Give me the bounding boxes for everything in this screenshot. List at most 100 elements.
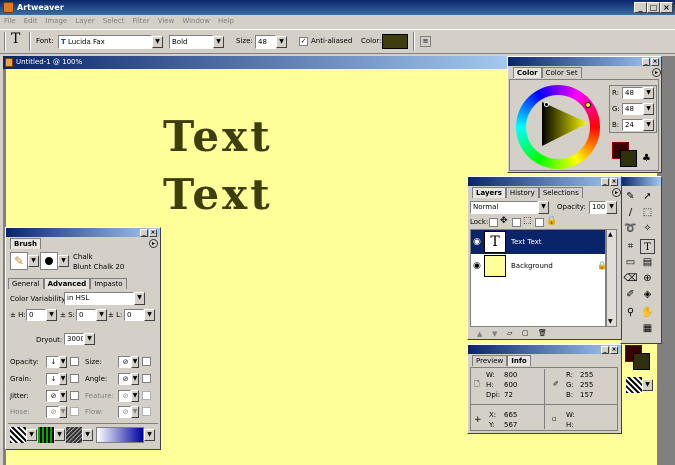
- opacity-input[interactable]: 100: [589, 201, 606, 214]
- feature-expression-dropdown[interactable]: ▼: [131, 390, 139, 402]
- h-dropdown[interactable]: ▼: [46, 309, 57, 321]
- info-panel-minimize[interactable]: _: [601, 346, 609, 354]
- g-dropdown[interactable]: ▼: [643, 103, 654, 115]
- h-input[interactable]: 0: [26, 309, 46, 321]
- grain-expression-icon[interactable]: ↓: [46, 373, 59, 385]
- tab-impasto[interactable]: Impasto: [90, 278, 127, 289]
- minimize-button[interactable]: _: [634, 2, 647, 13]
- size-input[interactable]: 48: [255, 35, 276, 49]
- layer-move-down-icon[interactable]: ▼: [492, 330, 497, 338]
- brush-panel-minimize[interactable]: _: [140, 229, 148, 237]
- menu-window[interactable]: Window: [178, 15, 214, 28]
- texture-dropdown[interactable]: ▼: [82, 429, 93, 441]
- hose-invert-checkbox[interactable]: [70, 407, 79, 416]
- jitter-expression-dropdown[interactable]: ▼: [59, 390, 67, 402]
- g-input[interactable]: 48: [622, 103, 643, 115]
- tab-history[interactable]: History: [505, 187, 539, 198]
- text-tool-icon-selected[interactable]: T: [640, 239, 655, 254]
- grid-tool-icon[interactable]: ▦: [640, 321, 655, 336]
- blend-mode-dropdown[interactable]: ▼: [538, 201, 549, 214]
- gradient-preview[interactable]: [96, 427, 144, 443]
- tab-color[interactable]: Color: [513, 67, 542, 78]
- opacity-expression-dropdown[interactable]: ▼: [59, 356, 67, 368]
- brush-variant-dropdown[interactable]: ▼: [58, 255, 69, 267]
- pattern-icon[interactable]: [38, 427, 54, 443]
- opacity-expression-icon[interactable]: ↓: [46, 356, 59, 368]
- menu-filter[interactable]: Filter: [128, 15, 153, 28]
- color-panel-minimize[interactable]: _: [642, 58, 650, 66]
- menu-view[interactable]: View: [154, 15, 179, 28]
- toolbox-paper-icon[interactable]: [626, 377, 642, 393]
- maximize-button[interactable]: □: [647, 2, 660, 13]
- brush-category-icon[interactable]: ✎: [10, 252, 28, 270]
- font-dropdown-arrow[interactable]: ▼: [152, 36, 163, 48]
- pencil-tool-icon[interactable]: /: [623, 205, 638, 220]
- eyedropper-tool-icon[interactable]: ✐: [623, 287, 638, 302]
- jitter-expression-icon[interactable]: ⊘: [46, 390, 59, 402]
- layer-visibility-eye-icon-2[interactable]: ◉: [473, 261, 481, 271]
- font-style-dropdown-arrow[interactable]: ▼: [213, 36, 224, 48]
- tab-advanced[interactable]: Advanced: [43, 278, 91, 289]
- new-folder-icon[interactable]: ▱: [507, 329, 512, 337]
- s-input[interactable]: 0: [76, 309, 96, 321]
- size-expression-icon[interactable]: ⊘: [118, 356, 131, 368]
- color-panel-menu-icon[interactable]: ▸: [652, 68, 661, 77]
- gradient-dropdown[interactable]: ▼: [144, 429, 155, 441]
- paper-texture-icon[interactable]: [10, 427, 26, 443]
- new-layer-icon[interactable]: ▢: [522, 329, 529, 337]
- color-picker-marker[interactable]: [544, 102, 549, 107]
- tab-color-set[interactable]: Color Set: [541, 67, 582, 78]
- l-dropdown[interactable]: ▼: [144, 309, 155, 321]
- opacity-invert-checkbox[interactable]: [70, 357, 79, 366]
- b-dropdown[interactable]: ▼: [643, 119, 654, 131]
- tab-general[interactable]: General: [8, 278, 44, 289]
- layers-panel-minimize[interactable]: _: [601, 178, 609, 186]
- zoom-tool-icon[interactable]: ⚲: [623, 305, 638, 320]
- eraser-tool-icon[interactable]: ⌫: [623, 271, 638, 286]
- layer-name-background[interactable]: Background: [511, 262, 553, 270]
- paragraph-options-icon[interactable]: ≡: [420, 36, 431, 47]
- menu-layer[interactable]: Layer: [71, 15, 99, 28]
- text-color-swatch[interactable]: [382, 34, 408, 49]
- color-variability-dropdown[interactable]: ▼: [134, 292, 145, 305]
- scroll-up-arrow[interactable]: ▲: [608, 231, 613, 238]
- b-input[interactable]: 24: [622, 119, 643, 131]
- hue-marker[interactable]: [585, 102, 591, 108]
- menu-help[interactable]: Help: [214, 15, 238, 28]
- tab-selections[interactable]: Selections: [538, 187, 583, 198]
- layers-panel-menu-icon[interactable]: ▸: [612, 188, 621, 197]
- jitter-invert-checkbox[interactable]: [70, 391, 79, 400]
- antialias-checkbox[interactable]: ✓: [299, 37, 308, 46]
- layers-scrollbar[interactable]: [606, 229, 617, 327]
- color-panel-close[interactable]: ×: [651, 58, 659, 66]
- toolbox-secondary-color[interactable]: [633, 353, 650, 370]
- feature-invert-checkbox[interactable]: [142, 391, 151, 400]
- blend-mode-select[interactable]: Normal: [470, 201, 538, 214]
- lasso-tool-icon[interactable]: ➰: [623, 221, 638, 236]
- s-dropdown[interactable]: ▼: [96, 309, 107, 321]
- secondary-color-swatch[interactable]: [620, 150, 637, 167]
- brush-tool-icon[interactable]: ✎: [623, 189, 638, 204]
- l-input[interactable]: 0: [124, 309, 144, 321]
- grain-invert-checkbox[interactable]: [70, 374, 79, 383]
- tab-brush[interactable]: Brush: [10, 238, 41, 249]
- dryout-input[interactable]: 3000: [64, 333, 84, 345]
- opacity-dropdown[interactable]: ▼: [606, 201, 617, 214]
- font-select[interactable]: T Lucida Fax: [58, 35, 152, 49]
- feature-expression-icon[interactable]: ⊘: [118, 390, 131, 402]
- brush-variant-icon[interactable]: [40, 252, 58, 270]
- crop-tool-icon[interactable]: ⌗: [623, 239, 638, 254]
- menu-edit[interactable]: Edit: [20, 15, 42, 28]
- rectangle-tool-icon[interactable]: ▭: [623, 255, 638, 270]
- brush-category-dropdown[interactable]: ▼: [28, 255, 39, 267]
- tab-preview[interactable]: Preview: [472, 355, 508, 366]
- menu-image[interactable]: Image: [41, 15, 71, 28]
- layer-move-up-icon[interactable]: ▲: [477, 330, 482, 338]
- flow-expression-dropdown[interactable]: ▼: [131, 406, 139, 418]
- move-tool-icon[interactable]: ➚: [640, 189, 655, 204]
- r-input[interactable]: 48: [622, 87, 643, 99]
- angle-invert-checkbox[interactable]: [142, 374, 151, 383]
- fill-tool-icon[interactable]: ◈: [640, 287, 655, 302]
- hose-expression-dropdown[interactable]: ▼: [59, 406, 67, 418]
- swap-colors-icon[interactable]: ♣: [642, 153, 651, 164]
